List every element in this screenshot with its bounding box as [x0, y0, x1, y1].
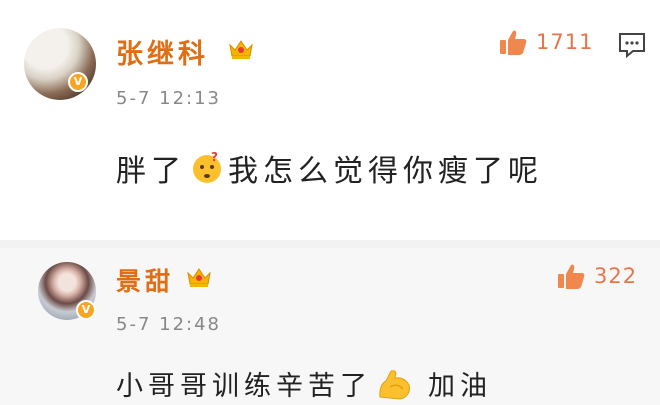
verified-badge: V [68, 72, 88, 92]
timestamp: 5-7 12:13 [116, 88, 221, 109]
comment-text-part: 胖了 [116, 154, 186, 189]
svg-text:?: ? [211, 151, 223, 164]
like-count: 322 [594, 264, 638, 288]
thinking-face-emoji: ? [193, 151, 223, 183]
comment-text-part: 我怎么觉得你瘦了呢 [228, 154, 543, 189]
flexed-biceps-emoji [379, 369, 410, 400]
like-button[interactable]: 1711 [498, 28, 593, 56]
like-button[interactable]: 322 [556, 262, 637, 290]
timestamp: 5-7 12:48 [116, 314, 221, 335]
divider [0, 240, 660, 248]
comment-text-part: 加油 [428, 371, 492, 402]
avatar[interactable] [24, 28, 96, 100]
like-count: 1711 [536, 30, 594, 54]
username[interactable]: 张继科 [116, 32, 209, 71]
thumbs-up-icon [558, 264, 585, 289]
thumbs-up-icon [500, 30, 527, 55]
verified-badge: V [76, 300, 96, 320]
vip-crown-icon [187, 268, 211, 287]
vip-crown-icon [229, 40, 253, 59]
comment-text: 小哥哥训练辛苦了 加油 [116, 364, 492, 403]
comment-text-part: 小哥哥训练辛苦了 [116, 371, 372, 402]
username[interactable]: 景甜 [116, 262, 174, 298]
comment-text: 胖了 ? 我怎么觉得你瘦了呢 [116, 146, 543, 190]
comment-icon[interactable] [618, 32, 646, 58]
comment-item: V 张继科 5-7 12:13 1711 胖了 ? 我怎么觉得你瘦了呢 [0, 0, 660, 240]
comment-item: V 景甜 5-7 12:48 322 小哥哥训练辛苦了 加油 [0, 248, 660, 405]
